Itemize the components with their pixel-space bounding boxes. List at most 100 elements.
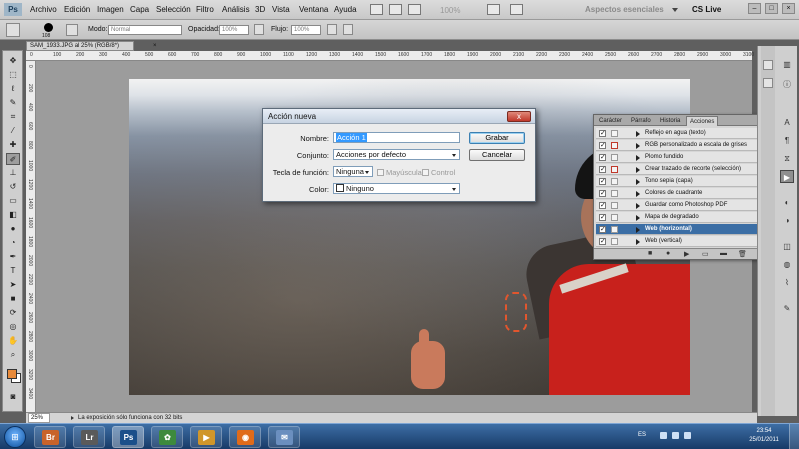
- action-row[interactable]: ✓ Reflejo en agua (texto): [596, 128, 771, 139]
- arrange-documents-icon[interactable]: [487, 4, 500, 15]
- extras-icon[interactable]: [408, 4, 421, 15]
- play-icon[interactable]: ▶: [684, 250, 689, 258]
- brushes-icon[interactable]: ✎: [780, 302, 794, 315]
- menu-filtro[interactable]: Filtro: [196, 5, 214, 14]
- action-enabled-checkbox[interactable]: ✓: [599, 238, 606, 245]
- history-brush-tool-icon[interactable]: ↺: [6, 181, 20, 193]
- pressure-size-icon[interactable]: [343, 24, 353, 35]
- tab-acciones[interactable]: Acciones: [686, 116, 719, 126]
- expand-triangle-icon[interactable]: [636, 131, 640, 137]
- healing-brush-tool-icon[interactable]: ✚: [6, 139, 20, 151]
- action-row[interactable]: ✓ Mapa de degradado: [596, 212, 771, 223]
- menu-archivo[interactable]: Archivo: [30, 5, 57, 14]
- expand-triangle-icon[interactable]: [636, 239, 640, 245]
- tab-parrafo[interactable]: Párrafo: [628, 116, 654, 126]
- action-row[interactable]: ✓ Crear trazado de recorte (selección): [596, 164, 771, 175]
- masks-icon[interactable]: ◑: [780, 214, 794, 227]
- dialog-toggle-icon[interactable]: [611, 142, 618, 149]
- dialog-close-button[interactable]: x: [507, 111, 531, 122]
- tab-caracter[interactable]: Carácter: [596, 116, 625, 126]
- expand-triangle-icon[interactable]: [636, 143, 640, 149]
- taskbar-app-button[interactable]: ◉: [229, 426, 261, 448]
- quick-selection-tool-icon[interactable]: ✎: [6, 97, 20, 109]
- path-selection-tool-icon[interactable]: ➤: [6, 279, 20, 291]
- layers-icon[interactable]: ◫: [780, 240, 794, 253]
- foreground-color-swatch[interactable]: [7, 369, 17, 379]
- dialog-toggle-icon[interactable]: [611, 226, 618, 233]
- workspace-switcher[interactable]: Aspectos esenciales: [585, 5, 664, 14]
- brush-tool-preset-icon[interactable]: [6, 23, 20, 37]
- lasso-tool-icon[interactable]: ℓ: [6, 83, 20, 95]
- expand-triangle-icon[interactable]: [636, 179, 640, 185]
- close-window-button[interactable]: ×: [782, 3, 795, 14]
- menu-ventana[interactable]: Ventana: [299, 5, 328, 14]
- marquee-tool-icon[interactable]: ⬚: [6, 69, 20, 81]
- dialog-toggle-icon[interactable]: [611, 130, 618, 137]
- set-select[interactable]: Acciones por defecto: [333, 149, 460, 160]
- dialog-toggle-icon[interactable]: [611, 154, 618, 161]
- quick-mask-icon[interactable]: ◙: [6, 391, 20, 403]
- paint-bucket-tool-icon[interactable]: ◧: [6, 209, 20, 221]
- action-enabled-checkbox[interactable]: ✓: [599, 202, 606, 209]
- stop-icon[interactable]: ■: [648, 250, 652, 257]
- pen-tool-icon[interactable]: ✒: [6, 251, 20, 263]
- show-desktop-button[interactable]: [789, 424, 799, 449]
- shape-tool-icon[interactable]: ■: [6, 293, 20, 305]
- expand-triangle-icon[interactable]: [636, 227, 640, 233]
- expand-triangle-icon[interactable]: [636, 203, 640, 209]
- info-icon[interactable]: ⓘ: [780, 78, 794, 91]
- bridge-launch-icon[interactable]: [370, 4, 383, 15]
- volume-icon[interactable]: [684, 432, 691, 439]
- dodge-tool-icon[interactable]: ◔: [6, 237, 20, 249]
- new-set-icon[interactable]: ▭: [702, 250, 709, 258]
- eyedropper-tool-icon[interactable]: ⁄: [6, 125, 20, 137]
- action-enabled-checkbox[interactable]: ✓: [599, 190, 606, 197]
- character-icon[interactable]: A: [780, 116, 794, 129]
- 3d-rotate-tool-icon[interactable]: ⟳: [6, 307, 20, 319]
- menu-vista[interactable]: Vista: [272, 5, 290, 14]
- action-enabled-checkbox[interactable]: ✓: [599, 166, 606, 173]
- maximize-button[interactable]: □: [765, 3, 778, 14]
- taskbar-app-button[interactable]: Lr: [73, 426, 105, 448]
- taskbar-app-button[interactable]: Ps: [112, 426, 144, 448]
- action-row[interactable]: ✓Web (horizontal)F9: [596, 224, 771, 235]
- channels-icon[interactable]: ◍: [780, 258, 794, 271]
- dialog-toggle-icon[interactable]: [611, 214, 618, 221]
- expand-triangle-icon[interactable]: [636, 191, 640, 197]
- menu-3d[interactable]: 3D: [255, 5, 265, 14]
- new-action-icon[interactable]: ▬: [720, 250, 727, 257]
- actions-icon[interactable]: ▶: [780, 170, 794, 183]
- action-enabled-checkbox[interactable]: ✓: [599, 214, 606, 221]
- menu-edicion[interactable]: Edición: [64, 5, 90, 14]
- start-button[interactable]: ⊞: [4, 426, 26, 448]
- adjustments-icon[interactable]: ◐: [780, 196, 794, 209]
- action-row[interactable]: ✓ RGB personalizado a escala de grises: [596, 140, 771, 151]
- tray-arrow-icon[interactable]: [660, 432, 667, 439]
- taskbar-app-button[interactable]: ✉: [268, 426, 300, 448]
- action-row[interactable]: ✓Web (vertical)F10: [596, 236, 771, 247]
- mini-bridge-icon[interactable]: [389, 4, 402, 15]
- eraser-tool-icon[interactable]: ▭: [6, 195, 20, 207]
- dialog-toggle-icon[interactable]: [611, 178, 618, 185]
- clone-stamp-tool-icon[interactable]: ⊥: [6, 167, 20, 179]
- flow-field[interactable]: 100%: [291, 25, 321, 35]
- taskbar-app-button[interactable]: ▶: [190, 426, 222, 448]
- zoom-readout[interactable]: 100%: [440, 6, 460, 15]
- language-indicator[interactable]: ES: [638, 432, 646, 438]
- action-enabled-checkbox[interactable]: ✓: [599, 226, 606, 233]
- paragraph-icon[interactable]: ¶: [780, 134, 794, 147]
- document-tab[interactable]: SAM_1933.JPG al 25% (RGB/8*) ×: [26, 41, 157, 51]
- dialog-toggle-icon[interactable]: [611, 166, 618, 173]
- history-icon[interactable]: ⧖: [780, 152, 794, 165]
- expand-triangle-icon[interactable]: [636, 167, 640, 173]
- function-key-select[interactable]: Ninguna: [333, 166, 373, 177]
- histogram-icon[interactable]: ▥: [780, 58, 794, 71]
- taskbar-clock[interactable]: 23:54 25/01/2011: [744, 427, 784, 445]
- menu-capa[interactable]: Capa: [130, 5, 149, 14]
- brush-panel-toggle-icon[interactable]: [66, 24, 78, 36]
- record-icon[interactable]: ●: [666, 250, 670, 257]
- action-row[interactable]: ✓ Colores de cuadrante: [596, 188, 771, 199]
- workspace-dropdown-icon[interactable]: [672, 8, 678, 12]
- action-row[interactable]: ✓ Plomo fundido: [596, 152, 771, 163]
- hand-tool-icon[interactable]: ✋: [6, 335, 20, 347]
